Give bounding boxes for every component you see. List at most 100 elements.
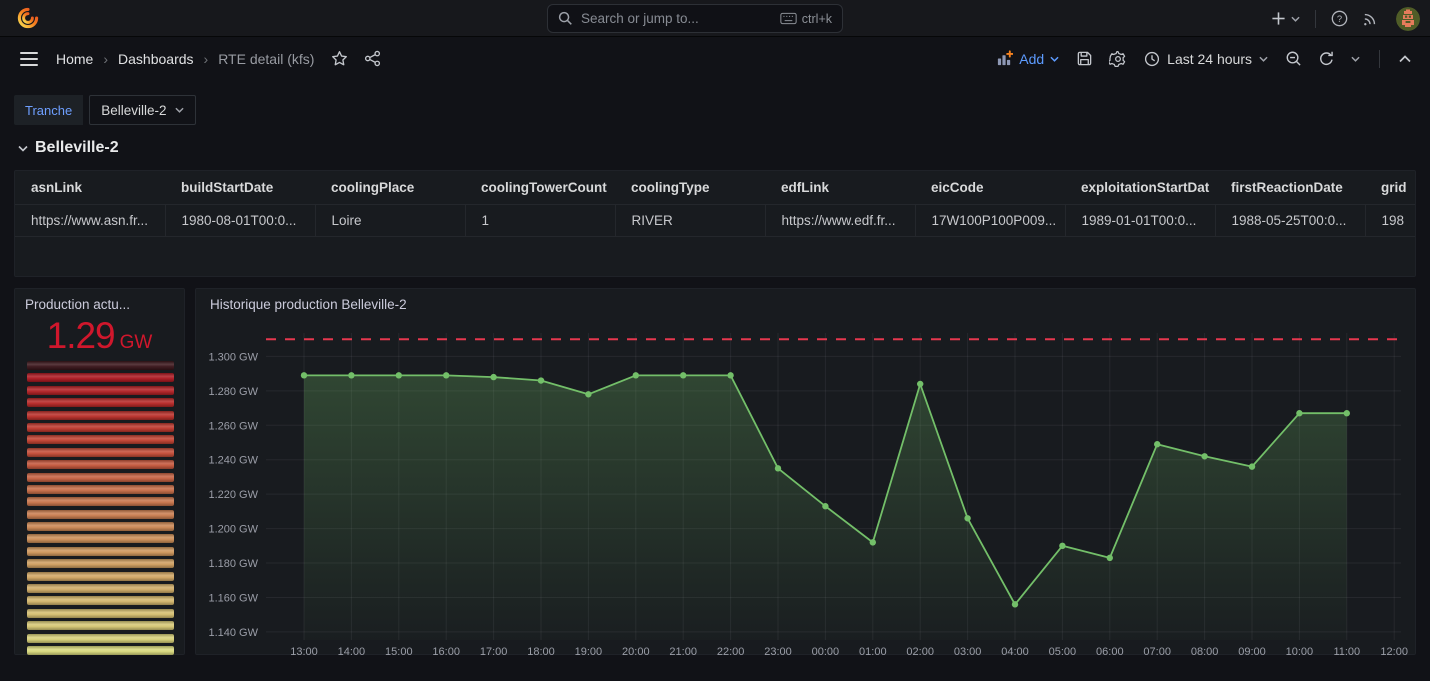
chevron-down-icon — [175, 107, 184, 113]
time-range-label: Last 24 hours — [1167, 51, 1252, 67]
zoom-out-button[interactable] — [1280, 45, 1307, 72]
gauge-cell-unlit — [27, 361, 174, 370]
menu-toggle-button[interactable] — [16, 48, 42, 70]
data-point[interactable] — [1154, 441, 1160, 447]
gauge-cell-lit — [27, 634, 174, 643]
metadata-table-panel: asnLinkbuildStartDatecoolingPlacecooling… — [14, 170, 1416, 277]
search-input[interactable]: Search or jump to... ctrl+k — [547, 4, 843, 33]
data-point[interactable] — [1296, 410, 1302, 416]
table-cell: Loire — [315, 205, 465, 237]
x-axis-tick: 03:00 — [954, 646, 982, 656]
grafana-logo-icon[interactable] — [17, 7, 39, 29]
data-point[interactable] — [490, 374, 496, 380]
share-button[interactable] — [359, 45, 386, 72]
table-cell: 17W100P100P009... — [915, 205, 1065, 237]
x-axis-tick: 23:00 — [764, 646, 792, 656]
data-point[interactable] — [870, 539, 876, 545]
user-avatar[interactable] — [1396, 7, 1420, 31]
add-panel-icon — [996, 50, 1013, 67]
breadcrumb-separator: › — [204, 51, 209, 67]
table-cell: 1988-05-25T00:0... — [1215, 205, 1365, 237]
data-point[interactable] — [727, 372, 733, 378]
time-series-chart[interactable]: 13:0014:0015:0016:0017:0018:0019:0020:00… — [196, 315, 1415, 656]
table-column-header[interactable]: asnLink — [15, 171, 165, 205]
table-column-header[interactable]: firstReactionDate — [1215, 171, 1365, 205]
variable-value-dropdown[interactable]: Belleville-2 — [89, 95, 195, 125]
y-axis-tick: 1.240 GW — [208, 455, 258, 467]
collapse-toolbar-button[interactable] — [1394, 50, 1416, 68]
new-menu-button[interactable] — [1264, 0, 1307, 37]
refresh-interval-dropdown[interactable] — [1346, 51, 1365, 67]
table-column-header[interactable]: eicCode — [915, 171, 1065, 205]
x-axis-tick: 17:00 — [480, 646, 508, 656]
gauge-cell-lit — [27, 621, 174, 630]
table-cell: https://www.asn.fr... — [15, 205, 165, 237]
table-column-header[interactable]: grid — [1365, 171, 1416, 205]
data-point[interactable] — [348, 372, 354, 378]
save-dashboard-button[interactable] — [1071, 45, 1098, 72]
data-point[interactable] — [538, 377, 544, 383]
table-column-header[interactable]: buildStartDate — [165, 171, 315, 205]
x-axis-tick: 15:00 — [385, 646, 413, 656]
chevron-down-icon — [1291, 16, 1300, 22]
data-point[interactable] — [633, 372, 639, 378]
table-column-header[interactable]: coolingTowerCount — [465, 171, 615, 205]
news-rss-button[interactable] — [1355, 0, 1386, 37]
data-point[interactable] — [1201, 453, 1207, 459]
x-axis-tick: 12:00 — [1380, 646, 1408, 656]
x-axis-tick: 06:00 — [1096, 646, 1124, 656]
time-range-picker[interactable]: Last 24 hours — [1138, 51, 1274, 67]
gauge-cell-lit — [27, 460, 174, 469]
x-axis-tick: 18:00 — [527, 646, 555, 656]
y-axis-tick: 1.300 GW — [208, 351, 258, 363]
data-point[interactable] — [680, 372, 686, 378]
add-panel-button[interactable]: Add — [990, 50, 1065, 67]
data-point[interactable] — [964, 515, 970, 521]
table-column-header[interactable]: coolingType — [615, 171, 765, 205]
table-row[interactable]: https://www.asn.fr...1980-08-01T00:0...L… — [15, 205, 1416, 237]
data-point[interactable] — [1059, 543, 1065, 549]
data-point[interactable] — [917, 381, 923, 387]
data-point[interactable] — [1107, 555, 1113, 561]
refresh-button[interactable] — [1313, 45, 1340, 72]
data-point[interactable] — [1249, 463, 1255, 469]
x-axis-tick: 00:00 — [812, 646, 840, 656]
table-cell: 198 — [1365, 205, 1416, 237]
gauge-cell-lit — [27, 609, 174, 618]
data-point[interactable] — [396, 372, 402, 378]
data-point[interactable] — [301, 372, 307, 378]
clock-icon — [1144, 51, 1160, 67]
svg-text:?: ? — [1337, 14, 1342, 25]
table-cell: 1 — [465, 205, 615, 237]
favorite-star-button[interactable] — [326, 45, 353, 72]
metadata-table[interactable]: asnLinkbuildStartDatecoolingPlacecooling… — [15, 171, 1416, 237]
table-cell: 1980-08-01T00:0... — [165, 205, 315, 237]
production-history-panel: Historique production Belleville-2 13:00… — [195, 288, 1416, 655]
row-section-header[interactable]: Belleville-2 — [18, 139, 119, 157]
x-axis-tick: 19:00 — [575, 646, 603, 656]
help-button[interactable]: ? — [1324, 0, 1355, 37]
data-point[interactable] — [1344, 410, 1350, 416]
gauge-cell-lit — [27, 485, 174, 494]
panel-title: Historique production Belleville-2 — [210, 297, 407, 312]
y-axis-tick: 1.180 GW — [208, 558, 258, 570]
data-point[interactable] — [585, 391, 591, 397]
gauge-cell-lit — [27, 596, 174, 605]
breadcrumb-home[interactable]: Home — [56, 51, 93, 67]
y-axis-tick: 1.140 GW — [208, 627, 258, 639]
top-nav-bar: Search or jump to... ctrl+k — [0, 0, 1430, 37]
breadcrumb-dashboards[interactable]: Dashboards — [118, 51, 194, 67]
gauge-cell-lit — [27, 435, 174, 444]
table-column-header[interactable]: exploitationStartDat — [1065, 171, 1215, 205]
table-column-header[interactable]: coolingPlace — [315, 171, 465, 205]
data-point[interactable] — [822, 503, 828, 509]
data-point[interactable] — [443, 372, 449, 378]
data-point[interactable] — [775, 465, 781, 471]
x-axis-tick: 01:00 — [859, 646, 887, 656]
dashboard-settings-button[interactable] — [1104, 45, 1132, 73]
gauge-cell-lit — [27, 522, 174, 531]
data-point[interactable] — [1012, 601, 1018, 607]
x-axis-tick: 13:00 — [290, 646, 318, 656]
search-placeholder: Search or jump to... — [581, 11, 780, 26]
table-column-header[interactable]: edfLink — [765, 171, 915, 205]
